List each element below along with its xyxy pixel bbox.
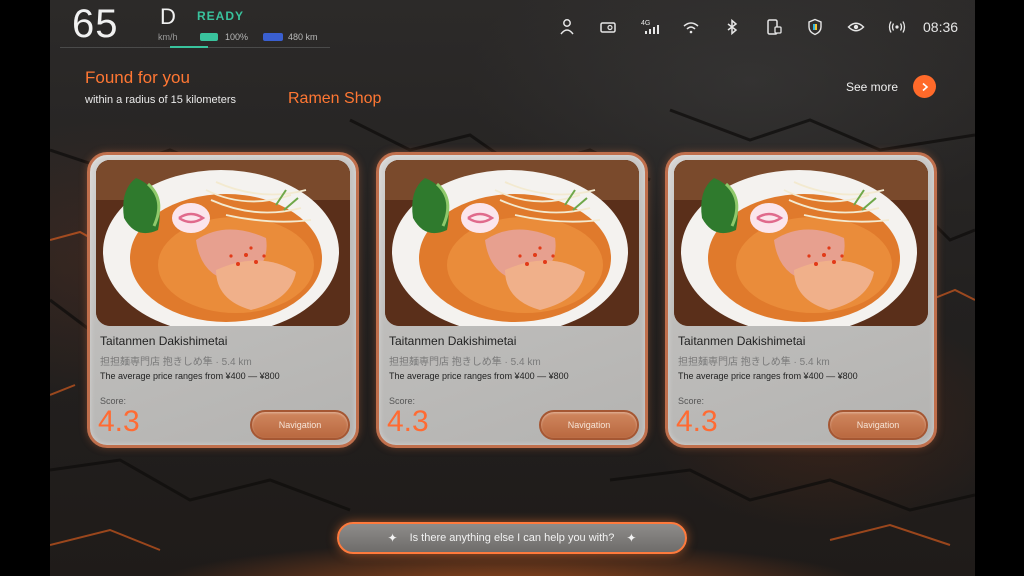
ready-status: READY bbox=[197, 9, 245, 23]
results-title: Found for you bbox=[85, 68, 190, 87]
sparkle-icon: ✦ bbox=[626, 531, 637, 545]
restaurant-price: The average price ranges from ¥400 — ¥80… bbox=[389, 371, 569, 381]
speed-readout: 65 bbox=[72, 2, 119, 46]
eye-icon[interactable] bbox=[846, 17, 866, 37]
signal-4g-label: 4G bbox=[641, 20, 650, 27]
see-more-link[interactable]: See more bbox=[846, 80, 898, 94]
restaurant-score: 4.3 bbox=[676, 405, 718, 438]
range-icon bbox=[263, 33, 283, 41]
phone-link-icon[interactable] bbox=[764, 17, 784, 37]
navigation-button[interactable]: Navigation bbox=[539, 410, 639, 440]
restaurant-subtitle: 担担麺専門店 抱きしめ隼 · 5.4 km bbox=[678, 357, 830, 368]
restaurant-price: The average price ranges from ¥400 — ¥80… bbox=[100, 371, 280, 381]
navigation-button[interactable]: Navigation bbox=[250, 410, 350, 440]
restaurant-card[interactable]: Taitanmen Dakishimetai 担担麺専門店 抱きしめ隼 · 5.… bbox=[665, 152, 937, 448]
camera-icon[interactable] bbox=[598, 17, 618, 37]
range-value: 480 km bbox=[288, 32, 318, 42]
restaurant-name: Taitanmen Dakishimetai bbox=[100, 334, 228, 348]
speed-unit: km/h bbox=[158, 32, 178, 42]
results-radius: within a radius of 15 kilometers bbox=[85, 94, 237, 106]
signal-4g-icon[interactable]: 4G bbox=[640, 17, 660, 37]
restaurant-score: 4.3 bbox=[387, 405, 429, 438]
restaurant-name: Taitanmen Dakishimetai bbox=[678, 334, 806, 348]
restaurant-card[interactable]: Taitanmen Dakishimetai 担担麺専門店 抱きしめ隼 · 5.… bbox=[87, 152, 359, 448]
assistant-prompt-bar[interactable]: ✦ Is there anything else I can help you … bbox=[337, 522, 687, 554]
restaurant-card[interactable]: Taitanmen Dakishimetai 担担麺専門店 抱きしめ隼 · 5.… bbox=[376, 152, 648, 448]
battery-level: 100% bbox=[225, 32, 249, 42]
bluetooth-icon[interactable] bbox=[722, 17, 742, 37]
wifi-icon[interactable] bbox=[681, 17, 701, 37]
ramen-photo bbox=[674, 160, 928, 326]
ramen-photo bbox=[385, 160, 639, 326]
gear-indicator: D bbox=[160, 4, 176, 29]
restaurant-price: The average price ranges from ¥400 — ¥80… bbox=[678, 371, 858, 381]
ramen-photo bbox=[96, 160, 350, 326]
sparkle-icon: ✦ bbox=[387, 531, 398, 545]
restaurant-subtitle: 担担麺専門店 抱きしめ隼 · 5.4 km bbox=[100, 357, 252, 368]
chevron-right-icon bbox=[921, 82, 928, 91]
broadcast-icon[interactable] bbox=[887, 17, 907, 37]
restaurant-score: 4.3 bbox=[98, 405, 140, 438]
status-divider-accent bbox=[170, 46, 208, 48]
results-category: Ramen Shop bbox=[288, 90, 382, 107]
navigation-button[interactable]: Navigation bbox=[828, 410, 928, 440]
restaurant-subtitle: 担担麺専門店 抱きしめ隼 · 5.4 km bbox=[389, 357, 541, 368]
assistant-prompt: Is there anything else I can help you wi… bbox=[409, 532, 615, 544]
battery-icon bbox=[200, 33, 218, 41]
see-more-button[interactable] bbox=[913, 75, 936, 98]
clock: 08:36 bbox=[923, 19, 959, 35]
restaurant-name: Taitanmen Dakishimetai bbox=[389, 334, 517, 348]
infotainment-screen: 65 D km/h READY 100% 480 km 4G 08:36 Fou… bbox=[50, 0, 975, 576]
shield-icon[interactable] bbox=[805, 17, 825, 37]
person-icon[interactable] bbox=[557, 17, 577, 37]
